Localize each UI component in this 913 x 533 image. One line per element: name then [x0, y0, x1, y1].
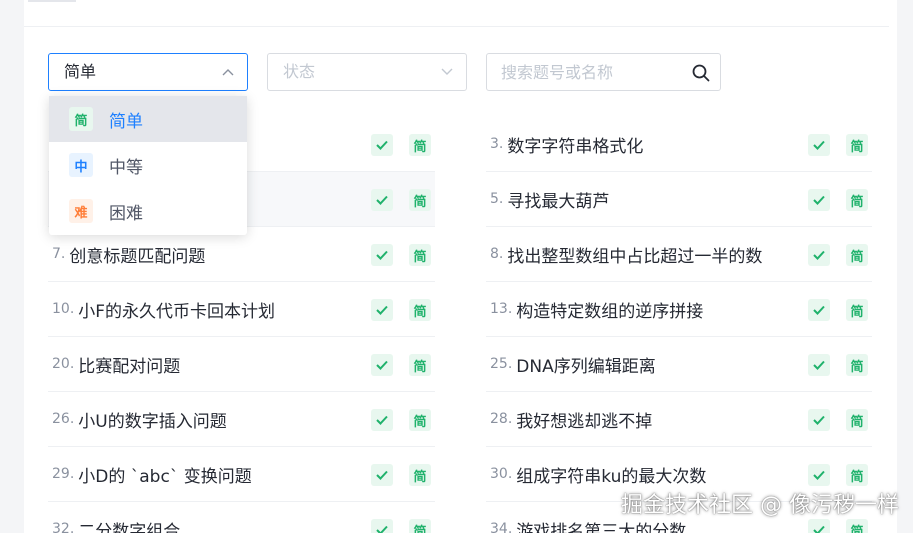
problem-number: 10.: [52, 301, 75, 317]
problem-row[interactable]: 26. 小U的数字插入问题 简: [48, 392, 435, 447]
problem-title[interactable]: 小D的 `abc` 变换问题: [78, 462, 251, 487]
difficulty-badge: 简: [409, 519, 431, 533]
problem-number: 32.: [52, 521, 75, 533]
solved-check-icon: [371, 134, 393, 156]
difficulty-badge: 简: [846, 299, 868, 321]
problem-title[interactable]: 小F的永久代币卡回本计划: [78, 297, 275, 322]
top-tab-indicator: [28, 0, 76, 2]
problem-title[interactable]: 比赛配对问题: [78, 352, 180, 377]
difficulty-badge: 简: [846, 409, 868, 431]
problem-number: 8.: [490, 246, 504, 262]
problem-row[interactable]: 20. 比赛配对问题 简: [48, 337, 435, 392]
problem-title[interactable]: 小U的数字插入问题: [78, 407, 226, 432]
problem-number: 25.: [490, 356, 513, 372]
divider: [24, 26, 889, 27]
solved-check-icon: [808, 519, 830, 533]
difficulty-badge: 简: [409, 354, 431, 376]
problem-number: 34.: [490, 521, 513, 533]
solved-check-icon: [808, 409, 830, 431]
solved-check-icon: [808, 134, 830, 156]
difficulty-badge: 简: [846, 134, 868, 156]
problem-row[interactable]: 3. 数字字符串格式化 简: [486, 117, 872, 172]
difficulty-select-value: 简单: [64, 62, 97, 81]
problem-title[interactable]: 数字字符串格式化: [507, 132, 643, 157]
difficulty-badge: 简: [846, 354, 868, 376]
problem-number: 28.: [490, 411, 513, 427]
difficulty-badge: 简: [409, 299, 431, 321]
problem-number: 13.: [490, 301, 513, 317]
problem-row[interactable]: 28. 我好想逃却逃不掉 简: [486, 392, 872, 447]
difficulty-option-label: 简单: [109, 111, 143, 132]
difficulty-badge: 简: [846, 189, 868, 211]
chevron-up-icon: [222, 69, 234, 76]
difficulty-option-label: 中等: [109, 157, 143, 178]
problem-title[interactable]: DNA序列编辑距离: [516, 352, 655, 377]
difficulty-select[interactable]: 简单: [48, 53, 248, 91]
status-select[interactable]: 状态: [267, 53, 467, 91]
problem-number: 20.: [52, 356, 75, 372]
problem-number: 7.: [52, 246, 66, 262]
problem-title[interactable]: 创意标题匹配问题: [69, 242, 205, 267]
difficulty-badge: 简: [846, 519, 868, 533]
solved-check-icon: [371, 464, 393, 486]
medium-tag: 中: [69, 153, 93, 177]
solved-check-icon: [371, 189, 393, 211]
difficulty-badge: 简: [846, 464, 868, 486]
problem-number: 5.: [490, 191, 504, 207]
difficulty-option-medium[interactable]: 中 中等: [49, 142, 247, 188]
problem-row[interactable]: 8. 找出整型数组中占比超过一半的数 简: [486, 227, 872, 282]
solved-check-icon: [371, 299, 393, 321]
problem-title[interactable]: 寻找最大葫芦: [507, 187, 609, 212]
problem-title[interactable]: 找出整型数组中占比超过一半的数: [507, 242, 762, 267]
problem-number: 29.: [52, 466, 75, 482]
easy-tag: 简: [69, 107, 93, 131]
solved-check-icon: [371, 354, 393, 376]
hard-tag: 难: [69, 199, 93, 223]
problem-title[interactable]: 二分数字组合: [78, 517, 180, 533]
problem-number: 26.: [52, 411, 75, 427]
problem-row[interactable]: 7. 创意标题匹配问题 简: [48, 227, 435, 282]
watermark: 掘金技术社区 @ 像污秽一样: [621, 493, 899, 518]
difficulty-badge: 简: [846, 244, 868, 266]
problem-row[interactable]: 25. DNA序列编辑距离 简: [486, 337, 872, 392]
difficulty-option-label: 困难: [109, 203, 143, 224]
solved-check-icon: [808, 464, 830, 486]
solved-check-icon: [371, 519, 393, 533]
search-box: [486, 53, 721, 91]
difficulty-badge: 简: [409, 134, 431, 156]
difficulty-badge: 简: [409, 409, 431, 431]
solved-check-icon: [808, 299, 830, 321]
problem-title[interactable]: 我好想逃却逃不掉: [516, 407, 652, 432]
solved-check-icon: [371, 244, 393, 266]
problem-row[interactable]: 29. 小D的 `abc` 变换问题 简: [48, 447, 435, 502]
problem-row[interactable]: 5. 寻找最大葫芦 简: [486, 172, 872, 227]
search-input[interactable]: [487, 54, 677, 90]
chevron-down-icon: [441, 68, 453, 75]
problem-row[interactable]: 13. 构造特定数组的逆序拼接 简: [486, 282, 872, 337]
difficulty-dropdown: 简 简单 中 中等 难 困难: [49, 96, 247, 235]
problem-row[interactable]: 32. 二分数字组合 简: [48, 502, 435, 533]
status-select-placeholder: 状态: [283, 62, 316, 81]
difficulty-badge: 简: [409, 464, 431, 486]
problem-number: 3.: [490, 136, 504, 152]
problem-title[interactable]: 构造特定数组的逆序拼接: [516, 297, 703, 322]
difficulty-option-easy[interactable]: 简 简单: [49, 96, 247, 142]
solved-check-icon: [808, 189, 830, 211]
solved-check-icon: [371, 409, 393, 431]
solved-check-icon: [808, 354, 830, 376]
difficulty-badge: 简: [409, 244, 431, 266]
problem-title[interactable]: 组成字符串ku的最大次数: [516, 462, 706, 487]
search-icon[interactable]: [692, 64, 710, 82]
difficulty-badge: 简: [409, 189, 431, 211]
difficulty-option-hard[interactable]: 难 困难: [49, 188, 247, 234]
problem-row[interactable]: 10. 小F的永久代币卡回本计划 简: [48, 282, 435, 337]
solved-check-icon: [808, 244, 830, 266]
problem-number: 30.: [490, 466, 513, 482]
